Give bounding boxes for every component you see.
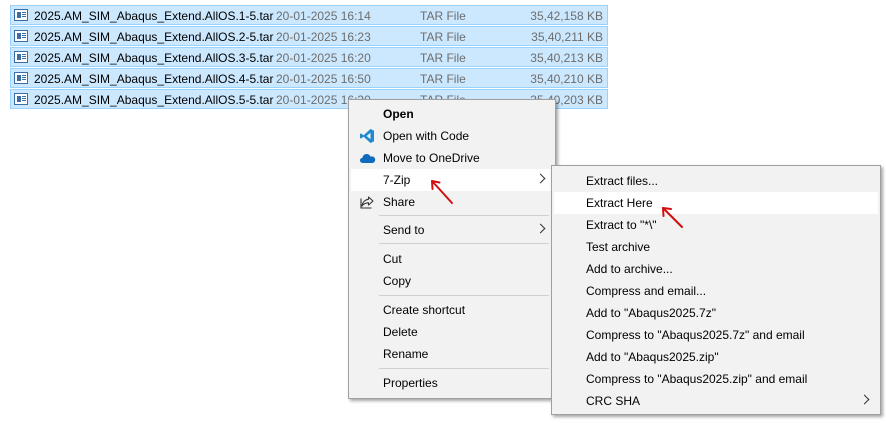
file-date: 20-01-2025 16:20 — [276, 51, 371, 65]
file-size: 35,40,210 KB — [530, 72, 603, 86]
file-row-1[interactable]: 2025.AM_SIM_Abaqus_Extend.AllOS.1-5.tar … — [10, 5, 608, 25]
menu-item-move-to-onedrive[interactable]: Move to OneDrive — [351, 147, 553, 169]
file-type: TAR File — [420, 72, 466, 86]
tar-file-icon — [14, 9, 28, 21]
file-type: TAR File — [420, 30, 466, 44]
submenu-item-add-to-zip[interactable]: Add to "Abaqus2025.zip" — [554, 346, 878, 368]
menu-item-label: Properties — [383, 376, 438, 390]
submenu-item-label: Add to archive... — [586, 262, 673, 276]
file-size: 35,40,211 KB — [531, 30, 603, 44]
file-name: 2025.AM_SIM_Abaqus_Extend.AllOS.2-5.tar — [34, 30, 274, 44]
menu-item-label: Send to — [383, 223, 425, 237]
submenu-item-compress-zip-email[interactable]: Compress to "Abaqus2025.zip" and email — [554, 368, 878, 390]
menu-item-copy[interactable]: Copy — [351, 270, 553, 292]
file-name: 2025.AM_SIM_Abaqus_Extend.AllOS.3-5.tar — [34, 51, 274, 65]
submenu-item-compress-and-email[interactable]: Compress and email... — [554, 280, 878, 302]
submenu-item-label: Compress to "Abaqus2025.zip" and email — [586, 372, 808, 386]
menu-item-create-shortcut[interactable]: Create shortcut — [351, 299, 553, 321]
file-date: 20-01-2025 16:50 — [276, 72, 371, 86]
menu-item-send-to[interactable]: Send to — [351, 219, 553, 241]
menu-item-label: 7-Zip — [383, 173, 411, 187]
menu-separator — [379, 215, 549, 216]
vscode-icon — [360, 129, 374, 143]
chevron-right-icon — [859, 394, 870, 405]
file-type: TAR File — [420, 9, 466, 23]
file-name: 2025.AM_SIM_Abaqus_Extend.AllOS.4-5.tar — [34, 72, 274, 86]
submenu-item-label: CRC SHA — [586, 394, 641, 408]
file-type: TAR File — [420, 51, 466, 65]
menu-item-label: Create shortcut — [383, 303, 466, 317]
submenu-item-label: Compress and email... — [586, 284, 707, 298]
submenu-item-extract-here[interactable]: Extract Here — [554, 192, 878, 214]
menu-item-label: Cut — [383, 252, 402, 266]
submenu-item-extract-files[interactable]: Extract files... — [554, 170, 878, 192]
file-row-3[interactable]: 2025.AM_SIM_Abaqus_Extend.AllOS.3-5.tar … — [10, 47, 608, 67]
submenu-item-label: Compress to "Abaqus2025.7z" and email — [586, 328, 805, 342]
chevron-right-icon — [535, 223, 546, 234]
file-size: 35,40,213 KB — [530, 51, 603, 65]
file-name: 2025.AM_SIM_Abaqus_Extend.AllOS.1-5.tar — [34, 9, 274, 23]
submenu-item-add-to-7z[interactable]: Add to "Abaqus2025.7z" — [554, 302, 878, 324]
submenu-item-label: Extract Here — [586, 196, 653, 210]
menu-item-label: Delete — [383, 325, 418, 339]
submenu-item-compress-7z-email[interactable]: Compress to "Abaqus2025.7z" and email — [554, 324, 878, 346]
menu-item-label: Move to OneDrive — [383, 151, 480, 165]
chevron-right-icon — [535, 173, 546, 184]
menu-separator — [379, 368, 549, 369]
submenu-item-label: Add to "Abaqus2025.7z" — [586, 306, 716, 320]
submenu-item-crc-sha[interactable]: CRC SHA — [554, 390, 878, 412]
menu-separator — [379, 295, 549, 296]
menu-item-label: Open with Code — [383, 129, 470, 143]
submenu-item-test-archive[interactable]: Test archive — [554, 236, 878, 258]
tar-file-icon — [14, 51, 28, 63]
menu-item-open[interactable]: Open — [351, 103, 553, 125]
tar-file-icon — [14, 30, 28, 42]
menu-item-delete[interactable]: Delete — [351, 321, 553, 343]
7zip-submenu: Extract files... Extract Here Extract to… — [551, 165, 881, 415]
menu-item-label: Copy — [383, 274, 412, 288]
annotation-arrow — [662, 207, 683, 228]
submenu-item-add-to-archive[interactable]: Add to archive... — [554, 258, 878, 280]
annotation-arrow — [431, 180, 453, 204]
menu-item-cut[interactable]: Cut — [351, 248, 553, 270]
tar-file-icon — [14, 72, 28, 84]
menu-item-rename[interactable]: Rename — [351, 343, 553, 365]
file-row-4[interactable]: 2025.AM_SIM_Abaqus_Extend.AllOS.4-5.tar … — [10, 68, 608, 88]
share-icon — [360, 196, 374, 209]
file-size: 35,42,158 KB — [530, 9, 603, 23]
submenu-item-extract-to[interactable]: Extract to "*\" — [554, 214, 878, 236]
file-date: 20-01-2025 16:14 — [276, 9, 371, 23]
menu-separator — [379, 243, 549, 244]
context-menu: Open Open with Code Move to OneDrive 7-Z… — [348, 99, 556, 399]
menu-item-label: Share — [383, 195, 416, 209]
file-name: 2025.AM_SIM_Abaqus_Extend.AllOS.5-5.tar — [34, 93, 274, 107]
submenu-item-label: Extract files... — [586, 174, 659, 188]
menu-item-label: Open — [383, 107, 414, 121]
menu-item-properties[interactable]: Properties — [351, 372, 553, 394]
file-row-2[interactable]: 2025.AM_SIM_Abaqus_Extend.AllOS.2-5.tar … — [10, 26, 608, 46]
menu-item-open-with-code[interactable]: Open with Code — [351, 125, 553, 147]
submenu-item-label: Extract to "*\" — [586, 218, 657, 232]
file-date: 20-01-2025 16:23 — [276, 30, 371, 44]
tar-file-icon — [14, 93, 28, 105]
onedrive-icon — [360, 154, 376, 163]
menu-item-label: Rename — [383, 347, 429, 361]
submenu-item-label: Add to "Abaqus2025.zip" — [586, 350, 719, 364]
submenu-item-label: Test archive — [586, 240, 651, 254]
